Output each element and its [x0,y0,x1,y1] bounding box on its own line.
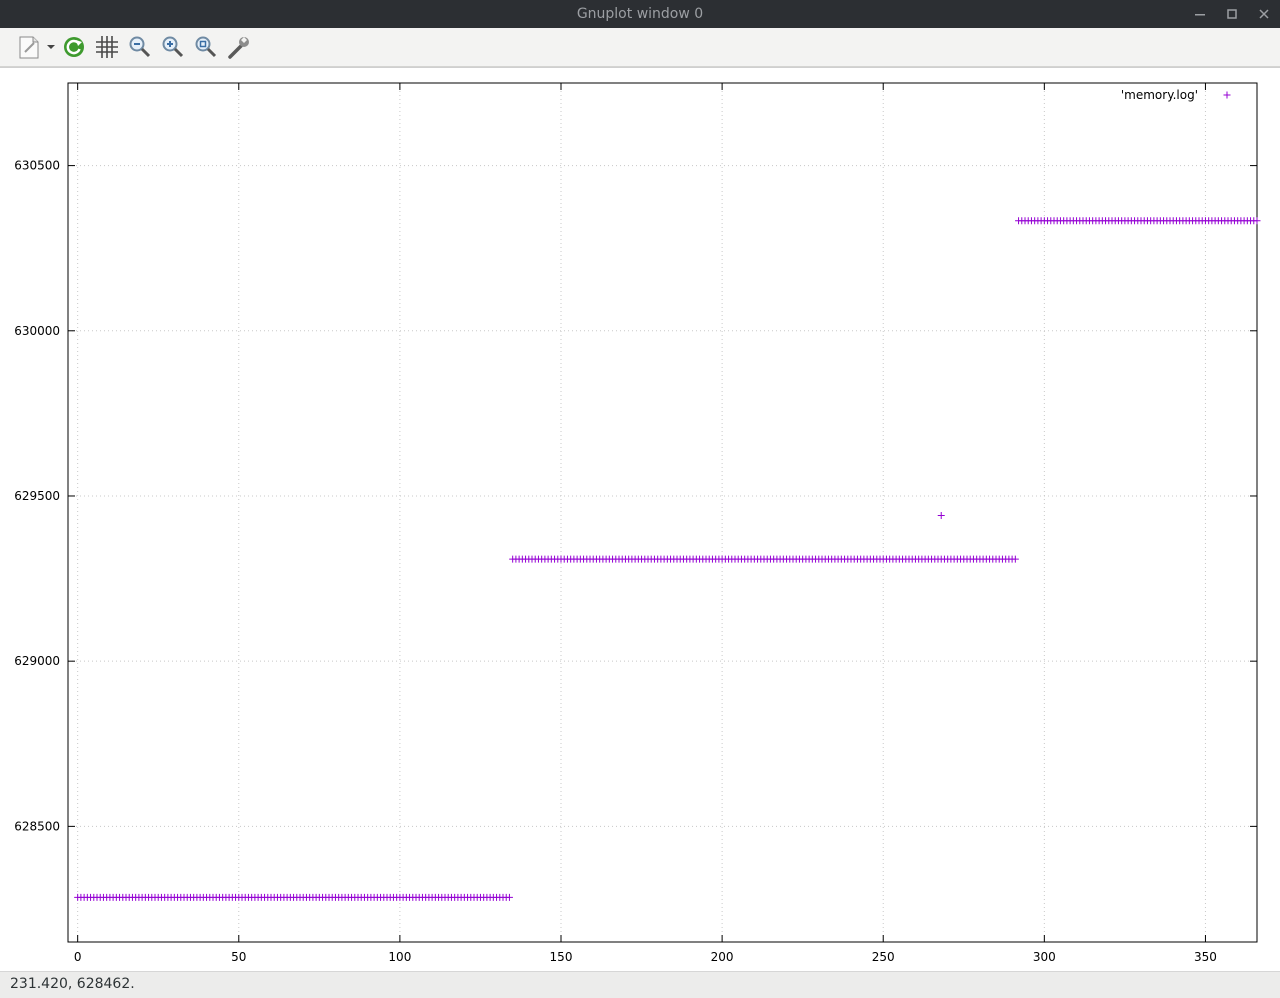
plot-area[interactable]: 0 50 100 150 200 250 300 350 628500 629000 629500 6… [0,67,1280,972]
y-tick-label: 629500 [14,489,60,503]
x-tick-label: 100 [388,950,411,964]
grid-button[interactable] [92,31,122,63]
x-tick-label: 350 [1194,950,1217,964]
toolbar [0,28,1280,67]
chevron-down-icon [47,45,55,49]
y-tick-label: 629000 [14,654,60,668]
configure-button[interactable] [224,31,254,63]
data-point [1253,217,1261,225]
data-point [1011,555,1019,563]
maximize-button[interactable] [1222,4,1242,24]
zoom-in-icon [162,36,184,58]
y-tick-label: 628500 [14,819,60,833]
y-tick-label: 630000 [14,324,60,338]
close-button[interactable] [1254,4,1274,24]
wrench-icon [228,37,249,59]
zoom-next-button[interactable] [158,31,188,63]
data-point [505,893,513,901]
document-export-icon [19,36,55,59]
close-icon [1259,9,1269,19]
status-bar: 231.420, 628462. [0,971,1280,998]
x-tick-label: 200 [711,950,734,964]
refresh-icon [64,37,84,57]
zoom-fit-icon [195,36,217,58]
title-bar: Gnuplot window 0 [0,0,1280,28]
zoom-previous-button[interactable] [125,31,155,63]
data-point [937,511,945,519]
x-tick-label: 250 [872,950,895,964]
x-tick-label: 50 [231,950,246,964]
window-title: Gnuplot window 0 [576,6,704,22]
plot-border [67,82,1258,943]
x-tick-label: 0 [74,950,82,964]
chart[interactable]: 0 50 100 150 200 250 300 350 628500 629000 629500 6… [0,68,1280,972]
y-tick-label: 630500 [14,159,60,173]
replot-button[interactable] [59,31,89,63]
maximize-icon [1227,9,1237,19]
grid-icon [96,36,118,58]
autoscale-button[interactable] [191,31,221,63]
x-tick-label: 150 [550,950,573,964]
export-menu-button[interactable] [14,31,58,63]
zoom-out-icon [129,36,151,58]
legend-label: 'memory.log' [1121,88,1198,102]
legend-marker [1223,91,1231,99]
minimize-button[interactable] [1190,4,1210,24]
x-tick-label: 300 [1033,950,1056,964]
minimize-icon [1195,14,1205,16]
cursor-coordinates: 231.420, 628462. [10,976,135,992]
